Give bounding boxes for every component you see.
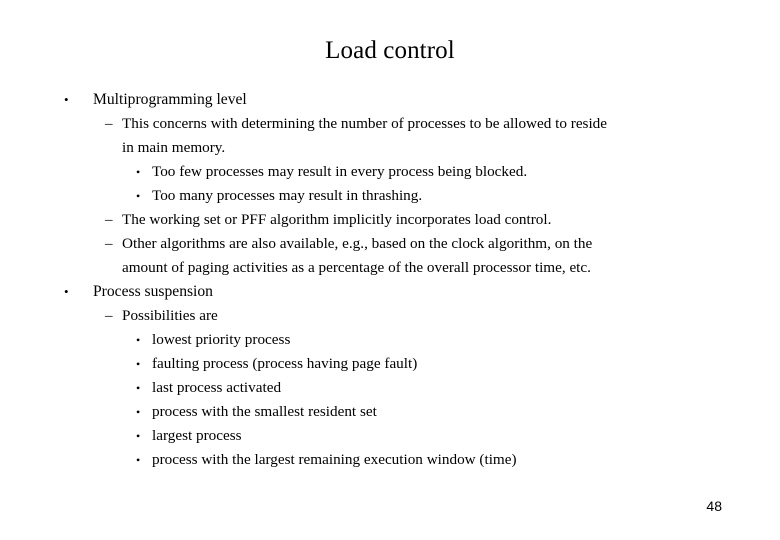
bullet-text: amount of paging activities as a percent…: [122, 259, 591, 276]
bullet-level3: • process with the smallest resident set: [0, 400, 780, 424]
bullet-text: Process suspension: [93, 283, 213, 300]
bullet-level3: • lowest priority process: [0, 328, 780, 352]
bullet-text: faulting process (process having page fa…: [152, 355, 418, 372]
bullet-continuation: in main memory.: [0, 136, 780, 160]
bullet-text: lowest priority process: [152, 331, 291, 348]
bullet-text: Possibilities are: [122, 307, 218, 324]
dash-marker-icon: –: [105, 308, 113, 324]
bullet-level2: – The working set or PFF algorithm impli…: [0, 208, 780, 232]
bullet-marker-icon: •: [64, 92, 69, 107]
bullet-marker-icon: •: [136, 453, 141, 467]
bullet-level3: • last process activated: [0, 376, 780, 400]
bullet-text: This concerns with determining the numbe…: [122, 115, 608, 132]
bullet-continuation: amount of paging activities as a percent…: [0, 256, 780, 280]
bullet-level3: • Too many processes may result in thras…: [0, 184, 780, 208]
bullet-marker-icon: •: [136, 333, 141, 347]
bullet-text: process with the largest remaining execu…: [152, 451, 517, 468]
dash-marker-icon: –: [105, 236, 113, 252]
bullet-level3: • largest process: [0, 424, 780, 448]
page-title: Load control: [325, 37, 455, 64]
bullet-level3: • faulting process (process having page …: [0, 352, 780, 376]
bullet-text: Other algorithms are also available, e.g…: [122, 235, 593, 252]
bullet-text: last process activated: [152, 379, 282, 396]
bullet-marker-icon: •: [136, 357, 141, 371]
bullet-text: The working set or PFF algorithm implici…: [122, 211, 552, 228]
dash-marker-icon: –: [105, 116, 113, 132]
bullet-text: in main memory.: [122, 139, 226, 156]
bullet-level3: • Too few processes may result in every …: [0, 160, 780, 184]
bullet-marker-icon: •: [136, 405, 141, 419]
bullet-marker-icon: •: [136, 381, 141, 395]
bullet-marker-icon: •: [64, 284, 69, 299]
slide-body: • Multiprogramming level – This concerns…: [0, 88, 780, 472]
bullet-level1: • Multiprogramming level: [0, 88, 780, 112]
bullet-text: Too many processes may result in thrashi…: [152, 187, 423, 204]
bullet-text: Multiprogramming level: [93, 91, 247, 108]
bullet-level2: – This concerns with determining the num…: [0, 112, 780, 136]
bullet-text: Too few processes may result in every pr…: [152, 163, 528, 180]
bullet-level2: – Possibilities are: [0, 304, 780, 328]
bullet-level1: • Process suspension: [0, 280, 780, 304]
bullet-level3: • process with the largest remaining exe…: [0, 448, 780, 472]
bullet-text: largest process: [152, 427, 242, 444]
page-number: 48: [706, 498, 722, 514]
bullet-marker-icon: •: [136, 429, 141, 443]
bullet-level2: – Other algorithms are also available, e…: [0, 232, 780, 256]
dash-marker-icon: –: [105, 212, 113, 228]
slide: Load control • Multiprogramming level – …: [0, 0, 780, 540]
bullet-text: process with the smallest resident set: [152, 403, 377, 420]
bullet-marker-icon: •: [136, 165, 141, 179]
bullet-marker-icon: •: [136, 189, 141, 203]
